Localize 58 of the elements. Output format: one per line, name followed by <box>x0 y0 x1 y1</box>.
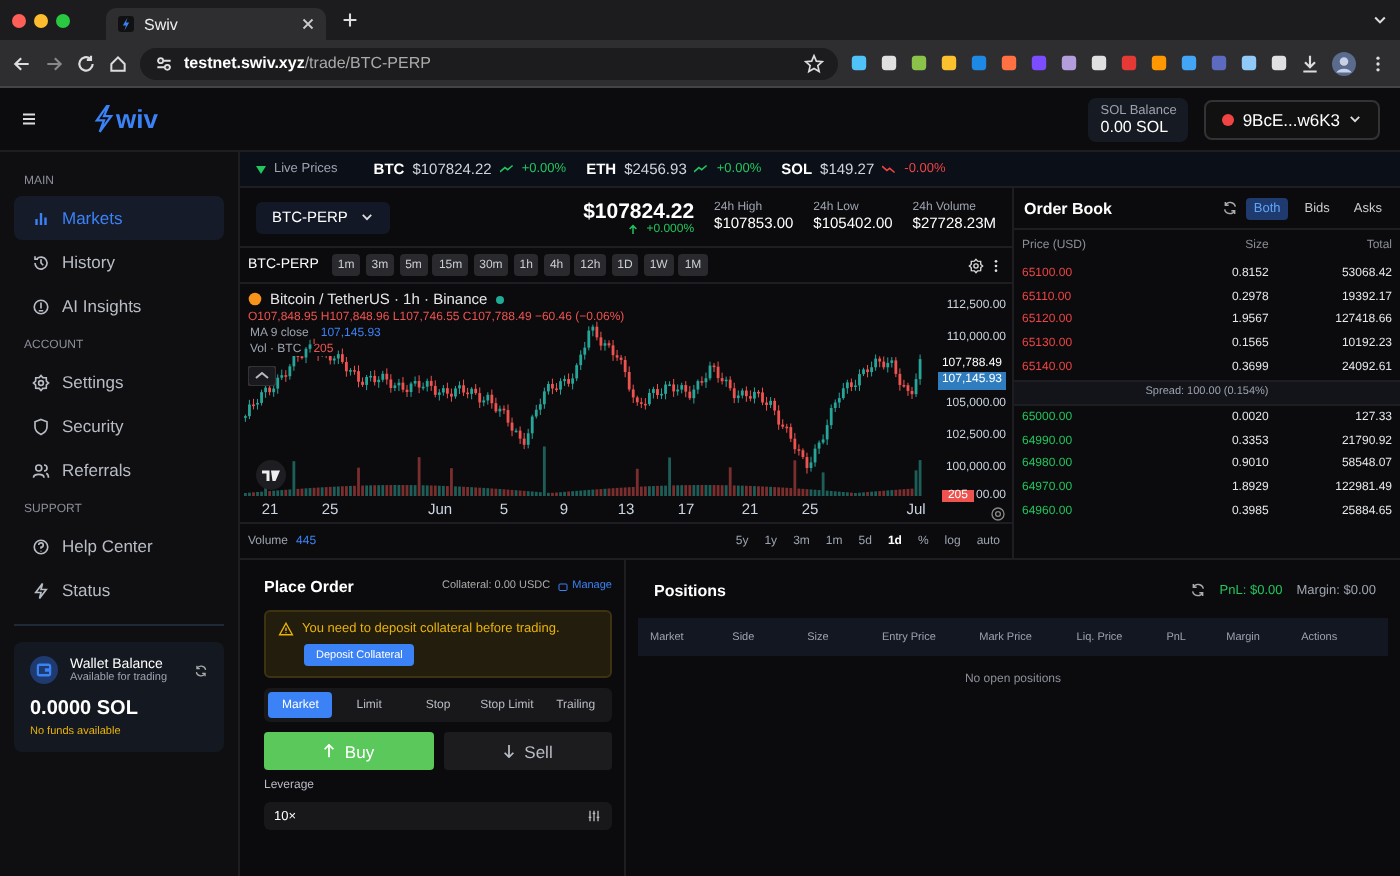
bar-chart-icon <box>32 209 50 227</box>
sidebar-item[interactable]: Help Center <box>14 524 224 568</box>
chevron-down-icon <box>1348 112 1362 126</box>
warning-icon <box>278 622 294 636</box>
site-settings-icon[interactable] <box>154 53 174 73</box>
url-text: testnet.swiv.xyz/trade/BTC-PERP <box>184 54 431 72</box>
sidebar-item[interactable]: History <box>14 240 224 284</box>
home-icon[interactable] <box>108 53 128 73</box>
help-icon <box>32 537 50 555</box>
wallet-balance-amount: 0.0000 SOL <box>30 698 140 720</box>
new-tab-icon[interactable] <box>342 12 358 28</box>
chevron-down-icon <box>359 210 374 224</box>
bolt-icon <box>118 16 134 32</box>
logo-text: wiv <box>116 104 158 134</box>
chevron-down-icon[interactable] <box>1372 12 1388 28</box>
sliders-icon[interactable] <box>586 808 602 824</box>
market-open-dot-icon <box>495 295 504 303</box>
order-book-title: Order Book <box>1024 199 1113 217</box>
up-arrow-icon <box>322 744 337 758</box>
minimize-window-button[interactable] <box>34 13 48 27</box>
close-icon[interactable] <box>302 18 314 30</box>
down-arrow-icon <box>502 744 517 758</box>
profile-avatar[interactable] <box>1332 51 1356 75</box>
info-circle-icon <box>32 297 50 315</box>
refresh-icon[interactable] <box>194 663 208 677</box>
sidebar-item[interactable]: AI Insights <box>14 284 224 328</box>
place-order-title: Place Order <box>264 577 354 595</box>
address-field[interactable]: testnet.swiv.xyz/trade/BTC-PERP <box>140 47 838 79</box>
up-arrow-icon <box>628 224 639 234</box>
positions-title: Positions <box>654 581 727 599</box>
download-icon[interactable] <box>1300 53 1320 73</box>
sol-balance-value: 0.00 SOL <box>1100 117 1171 135</box>
back-icon[interactable] <box>12 53 32 73</box>
browser-tab[interactable]: Swiv <box>106 8 326 40</box>
forward-icon[interactable] <box>44 53 64 73</box>
sidebar-item[interactable]: Settings <box>14 360 224 404</box>
reload-icon[interactable] <box>76 53 96 73</box>
zoom-window-button[interactable] <box>56 13 70 27</box>
collapse-legend-button[interactable] <box>248 366 276 386</box>
bolt-icon <box>32 581 50 599</box>
live-indicator-icon <box>256 165 266 173</box>
refresh-icon[interactable] <box>1189 582 1206 598</box>
market-price: $107824.22 <box>583 199 695 223</box>
history-icon <box>32 253 50 271</box>
shield-icon <box>32 417 50 435</box>
logo-bolt-icon <box>94 104 114 134</box>
sidebar-item[interactable]: Markets <box>14 196 224 240</box>
refresh-icon[interactable] <box>1221 200 1238 216</box>
sidebar-item[interactable]: Referrals <box>14 448 224 492</box>
menu-icon[interactable] <box>20 110 38 128</box>
bookmark-star-icon[interactable] <box>804 53 824 73</box>
sidebar-item[interactable]: Security <box>14 404 224 448</box>
close-window-button[interactable] <box>12 13 26 27</box>
sell-button[interactable]: Sell <box>443 732 612 770</box>
wallet-button[interactable]: 9BcE...w6K3 <box>1204 99 1380 139</box>
sidebar-item[interactable]: Status <box>14 568 224 612</box>
wallet-status-icon <box>1222 113 1235 125</box>
users-icon <box>32 461 50 479</box>
